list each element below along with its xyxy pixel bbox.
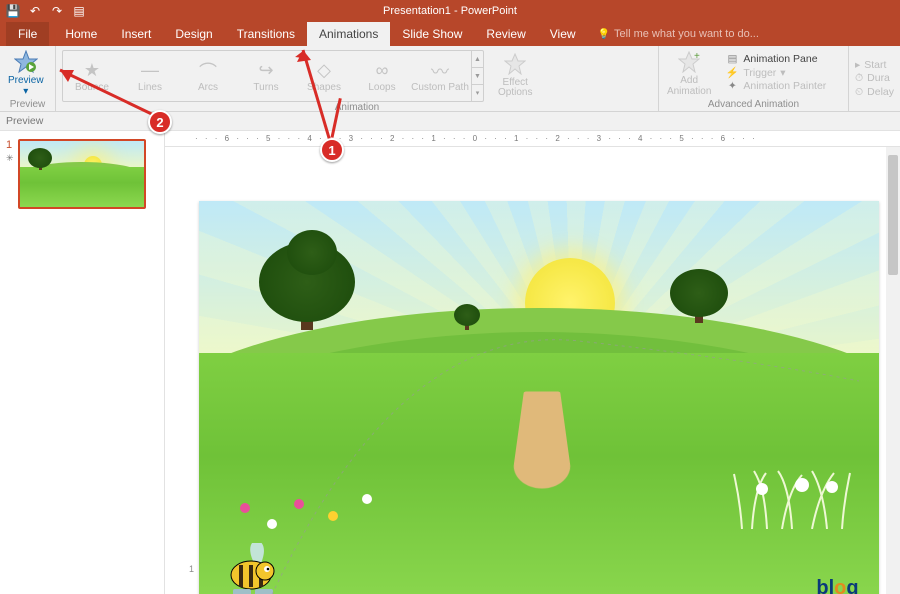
effect-turns[interactable]: ↪Turns: [237, 52, 295, 100]
animation-painter-button[interactable]: ✦ Animation Painter: [725, 80, 826, 92]
gallery-up-icon[interactable]: ▲: [472, 51, 483, 68]
animation-pane-label: Animation Pane: [743, 53, 817, 65]
lightbulb-icon: 💡: [598, 29, 610, 40]
add-animation-button[interactable]: + Add Animation: [659, 46, 719, 99]
title-bar: 💾 ↶ ↷ ▤ Presentation1 - PowerPoint: [0, 0, 900, 22]
slide-thumbnail-1[interactable]: [18, 139, 146, 209]
tab-view[interactable]: View: [538, 22, 588, 46]
trigger-icon: ⚡: [725, 66, 739, 79]
tell-me-search[interactable]: 💡 Tell me what you want to do...: [598, 28, 759, 40]
save-icon[interactable]: 💾: [6, 4, 20, 18]
effect-options-button[interactable]: Effect Options: [490, 46, 540, 102]
timing-list: ▸ Start ⏱ Dura ⏲ Delay: [849, 46, 900, 111]
group-advanced-animation-label: Advanced Animation: [659, 99, 848, 112]
timing-duration-label: Dura: [867, 72, 890, 84]
wm-g: g: [846, 577, 858, 594]
turns-icon: ↪: [258, 60, 273, 82]
effect-bounce[interactable]: ★Bounce: [63, 52, 121, 100]
tab-design[interactable]: Design: [163, 22, 224, 46]
animation-pane-icon: ▤: [725, 53, 739, 65]
effect-loops-label: Loops: [368, 82, 395, 93]
quick-access-toolbar: 💾 ↶ ↷ ▤: [0, 4, 86, 18]
effect-custom-path[interactable]: 〰Custom Path: [411, 52, 469, 100]
canvas-wrap: 1: [199, 201, 900, 594]
gallery-more-icon[interactable]: ▾: [472, 85, 483, 101]
animation-painter-label: Animation Painter: [743, 80, 826, 92]
tab-home[interactable]: Home: [53, 22, 109, 46]
tab-insert[interactable]: Insert: [109, 22, 163, 46]
thumbnail-meta: 1 ✳: [6, 139, 14, 209]
tab-file[interactable]: File: [6, 22, 49, 46]
slide-canvas[interactable]: blog congdong .com: [199, 201, 879, 594]
effect-loops[interactable]: ∞Loops: [353, 52, 411, 100]
custom-path-icon: 〰: [431, 60, 449, 82]
effect-shapes[interactable]: ◇Shapes: [295, 52, 353, 100]
workspace: 1 ✳ · · · 6 · · · 5 · · · 4 · · · 3 · · …: [0, 131, 900, 594]
effect-custom-path-label: Custom Path: [411, 82, 469, 93]
trigger-button[interactable]: ⚡Trigger ▾: [725, 66, 826, 79]
effect-turns-label: Turns: [253, 82, 278, 93]
gallery-scroll[interactable]: ▲ ▼ ▾: [471, 51, 483, 101]
tell-me-placeholder: Tell me what you want to do...: [614, 28, 759, 40]
effect-options-label: Effect Options: [498, 78, 532, 99]
thumbnail-index: 1: [6, 139, 14, 151]
tab-review[interactable]: Review: [474, 22, 537, 46]
animation-pane-button[interactable]: ▤ Animation Pane: [725, 53, 826, 65]
motion-path-hint: [199, 201, 879, 594]
group-animation: ★Bounce —Lines ⌒Arcs ↪Turns ◇Shapes ∞Loo…: [56, 46, 659, 111]
timing-delay[interactable]: ⏲ Delay: [855, 86, 894, 99]
page-number-gutter: 1: [184, 564, 196, 574]
group-animation-label: Animation: [56, 102, 658, 115]
add-animation-icon: +: [678, 48, 700, 76]
effect-options-icon: [504, 50, 526, 78]
animation-gallery[interactable]: ★Bounce —Lines ⌒Arcs ↪Turns ◇Shapes ∞Loo…: [62, 50, 484, 102]
tab-slideshow[interactable]: Slide Show: [390, 22, 474, 46]
add-animation-label: Add Animation: [667, 76, 711, 97]
preview-button[interactable]: Preview▾: [0, 46, 52, 99]
gallery-down-icon[interactable]: ▼: [472, 68, 483, 85]
slide-edit-area: · · · 6 · · · 5 · · · 4 · · · 3 · · · 2 …: [165, 131, 900, 594]
shapes-icon: ◇: [317, 60, 331, 82]
arcs-icon: ⌒: [199, 60, 217, 82]
redo-icon[interactable]: ↷: [50, 4, 64, 18]
group-advanced-animation: + Add Animation ▤ Animation Pane ⚡ Trigger…: [659, 46, 849, 111]
animation-indicator-icon[interactable]: ✳: [6, 153, 14, 164]
wm-b: b: [816, 577, 828, 594]
effect-arcs[interactable]: ⌒Arcs: [179, 52, 237, 100]
timing-start[interactable]: ▸ Start: [855, 59, 894, 71]
group-preview: Preview▾ Preview: [0, 46, 56, 111]
trigger-label: Trigger: [743, 67, 776, 79]
thumbnail-row: 1 ✳: [6, 139, 158, 209]
advanced-animation-list: ▤Animation Pane ⚡Trigger ▾ ✦Animation Pa…: [719, 46, 832, 99]
group-timing: ▸ Start ⏱ Dura ⏲ Delay: [849, 46, 900, 111]
svg-text:+: +: [694, 51, 700, 62]
bounce-icon: ★: [84, 60, 100, 82]
tab-animations[interactable]: Animations: [307, 22, 390, 46]
effect-arcs-label: Arcs: [198, 82, 218, 93]
effect-lines-label: Lines: [138, 82, 162, 93]
wm-o: o: [834, 577, 846, 594]
painter-icon: ✦: [725, 80, 739, 92]
effect-lines[interactable]: —Lines: [121, 52, 179, 100]
preview-star-icon: [14, 48, 38, 76]
preview-label: Preview▾: [8, 76, 44, 97]
loops-icon: ∞: [376, 60, 389, 82]
horizontal-ruler: · · · 6 · · · 5 · · · 4 · · · 3 · · · 2 …: [165, 131, 900, 147]
slide-thumbnail-pane: 1 ✳: [0, 131, 165, 594]
start-from-beginning-icon[interactable]: ▤: [72, 4, 86, 18]
timing-start-label: Start: [864, 59, 886, 71]
timing-duration[interactable]: ⏱ Dura: [855, 72, 894, 85]
window-title: Presentation1 - PowerPoint: [383, 5, 517, 17]
undo-icon[interactable]: ↶: [28, 4, 42, 18]
watermark: blog congdong .com: [816, 577, 875, 594]
tab-transitions[interactable]: Transitions: [225, 22, 307, 46]
ribbon-tab-bar: File Home Insert Design Transitions Anim…: [0, 22, 900, 46]
ribbon: Preview▾ Preview ★Bounce —Lines ⌒Arcs ↪T…: [0, 46, 900, 112]
lines-icon: —: [141, 60, 159, 82]
effect-shapes-label: Shapes: [307, 82, 341, 93]
vertical-ruler: [179, 147, 195, 594]
group-preview-label: Preview: [0, 99, 55, 112]
timing-delay-label: Delay: [867, 86, 894, 98]
effect-bounce-label: Bounce: [75, 82, 109, 93]
